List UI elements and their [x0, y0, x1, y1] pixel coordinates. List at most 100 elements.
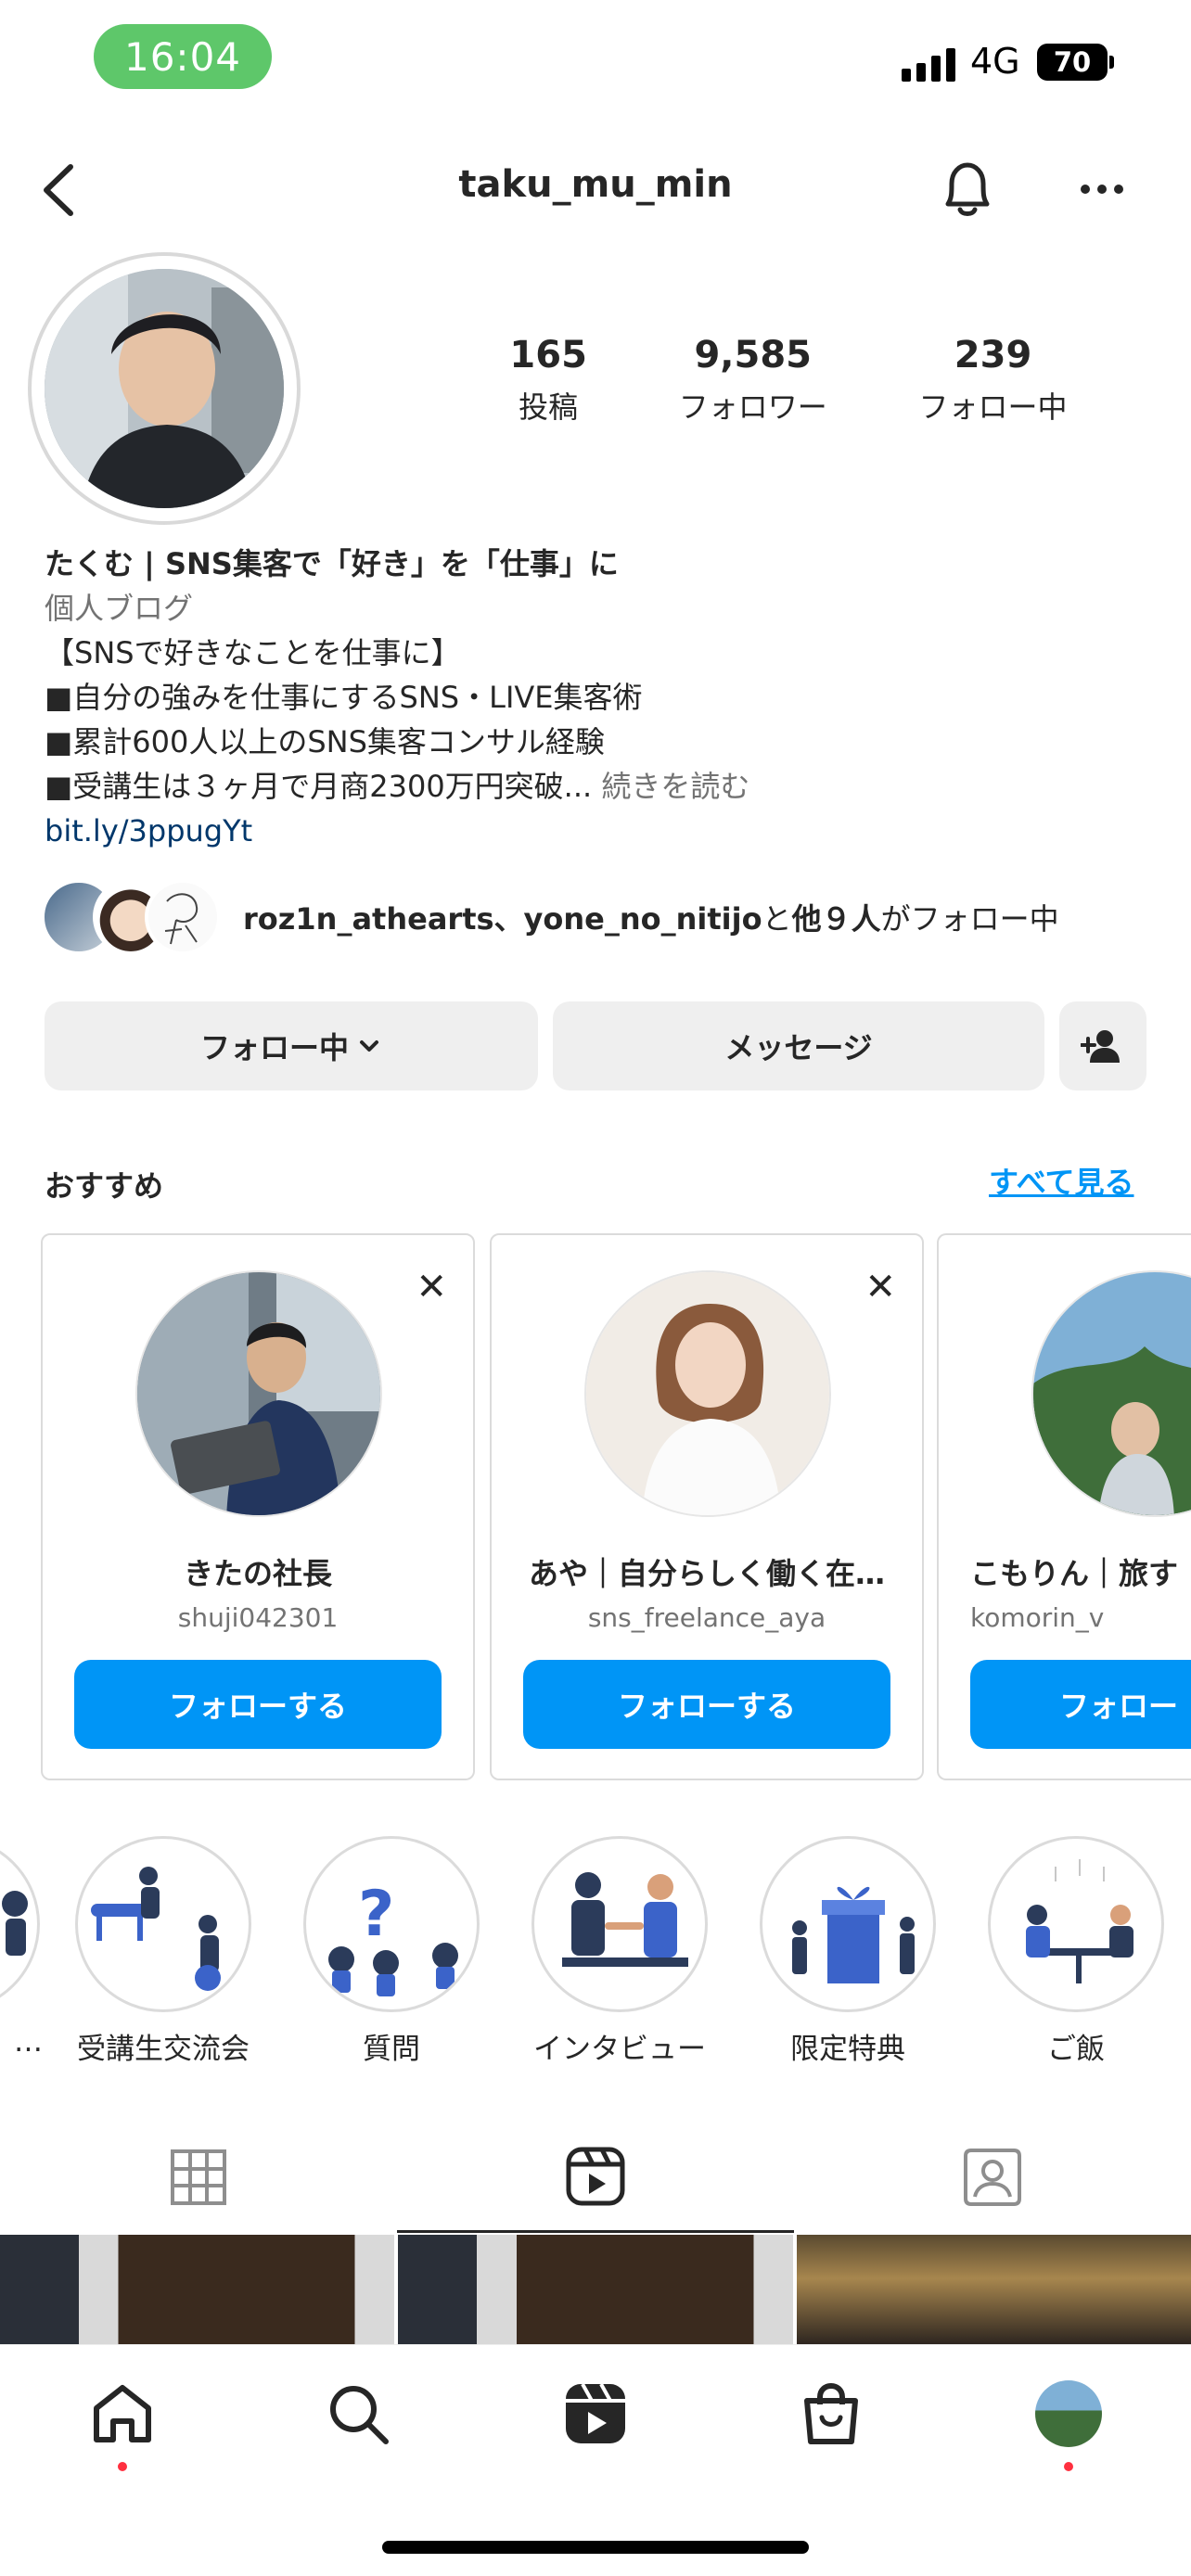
stat-followers-label: フォロワー — [678, 389, 827, 425]
suggestion-card[interactable]: ✕ あや｜自分らしく働く在… sns_freelance_aya フォローする — [490, 1233, 924, 1780]
highlight-label: … — [14, 2025, 43, 2059]
highlight-label: 受講生交流会 — [77, 2033, 250, 2066]
highlight-cover — [531, 1836, 708, 2012]
tab-grid[interactable] — [0, 2122, 397, 2233]
mutual-avatars — [41, 875, 226, 959]
home-indicator — [382, 2541, 809, 2554]
highlight-item[interactable]: インタビュー — [529, 1836, 711, 2067]
read-more-link[interactable]: 続きを読む — [601, 769, 749, 804]
nav-profile[interactable] — [1031, 2377, 1106, 2451]
more-horizontal-icon[interactable] — [1072, 159, 1132, 219]
grid-icon — [171, 2149, 226, 2205]
bio-line-text: ■受講生は３ヶ月で月商2300万円突破... — [45, 769, 593, 804]
notification-dot — [1064, 2462, 1073, 2471]
nav-reels[interactable] — [558, 2377, 633, 2451]
stat-following-count: 239 — [954, 334, 1032, 376]
reels-icon — [566, 2147, 625, 2205]
stat-posts-count: 165 — [509, 334, 587, 376]
suggestion-name: こもりん｜旅す — [970, 1556, 1179, 1591]
profile-bio: たくむ | SNS集客で「好き」を「仕事」に 個人ブログ 【SNSで好きなことを… — [45, 542, 1158, 853]
see-all-link[interactable]: すべて見る — [989, 1159, 1133, 1202]
avatar — [45, 269, 284, 508]
story-highlights: … 受講生交流会 ? 質問 インタビュー 限定特典 ご飯 — [0, 1836, 1191, 2077]
suggestion-name: きたの社長 — [183, 1556, 332, 1591]
highlight-label: 質問 — [363, 2033, 420, 2066]
stat-posts-label: 投稿 — [519, 389, 579, 425]
reel-thumbnail[interactable] — [398, 2235, 793, 2344]
display-name: たくむ | SNS集客で「好き」を「仕事」に — [45, 546, 619, 581]
stat-followers-count: 9,585 — [694, 334, 812, 376]
suggestion-avatar[interactable] — [584, 1270, 831, 1517]
stat-following[interactable]: 239 フォロー中 — [919, 334, 1068, 427]
highlight-cover — [760, 1836, 936, 2012]
message-button[interactable]: メッセージ — [553, 1001, 1044, 1090]
following-label: フォロー中 — [199, 1030, 349, 1065]
add-person-icon — [1081, 1030, 1120, 1063]
bio-line: ■自分の強みを仕事にするSNS・LIVE集客術 — [45, 680, 643, 715]
tab-reels[interactable] — [397, 2122, 794, 2233]
network-type: 4G — [970, 41, 1020, 82]
suggestion-avatar[interactable] — [135, 1270, 382, 1517]
reel-thumbnail[interactable] — [0, 2235, 395, 2344]
highlight-item[interactable]: … — [0, 1836, 43, 2059]
shop-icon — [804, 2382, 858, 2444]
profile-tabs — [0, 2122, 1191, 2233]
suggestion-username: komorin_v — [970, 1602, 1105, 1633]
nav-home[interactable] — [85, 2377, 160, 2451]
chevron-down-icon — [360, 1040, 378, 1052]
bio-link[interactable]: bit.ly/3ppugYt — [45, 809, 1158, 853]
stat-followers[interactable]: 9,585 フォロワー — [679, 334, 827, 427]
reel-thumbnail[interactable] — [796, 2235, 1191, 2344]
bio-line-last: ■受講生は３ヶ月で月商2300万円突破... 続きを読む — [45, 764, 1158, 809]
suggestion-username: shuji042301 — [177, 1602, 339, 1633]
highlight-cover — [75, 1836, 251, 2012]
avatar — [1035, 2380, 1102, 2447]
suggestion-card[interactable]: こもりん｜旅す komorin_v フォロー — [937, 1233, 1191, 1780]
highlight-cover — [0, 1836, 40, 2012]
close-icon[interactable]: ✕ — [864, 1269, 896, 1306]
highlight-item[interactable]: 受講生交流会 — [72, 1836, 254, 2067]
follow-button[interactable]: フォローする — [74, 1660, 442, 1749]
page-title: taku_mu_min — [458, 163, 733, 206]
reels-grid — [0, 2235, 1191, 2344]
status-bar: 16:04 4G 70 — [0, 0, 1191, 111]
suggestions-title: おすすめ — [45, 1168, 164, 1204]
bio-line: 【SNSで好きなことを仕事に】 — [45, 635, 461, 670]
highlight-cover — [988, 1836, 1164, 2012]
mutual-usernames: roz1n_athearts、yone_no_nitijo — [243, 901, 762, 937]
highlight-item[interactable]: ? 質問 — [301, 1836, 482, 2067]
highlight-cover: ? — [303, 1836, 480, 2012]
close-icon[interactable]: ✕ — [416, 1269, 447, 1306]
suggestion-name: あや｜自分らしく働く在… — [528, 1556, 885, 1591]
tagged-icon — [964, 2149, 1021, 2206]
avatar — [145, 879, 221, 955]
highlight-label: 限定特典 — [790, 2033, 905, 2066]
suggestion-card[interactable]: ✕ きたの社長 shuji042301 フォローする — [41, 1233, 475, 1780]
nav-shop[interactable] — [794, 2377, 868, 2451]
stat-posts[interactable]: 165 投稿 — [509, 334, 587, 427]
mutual-others: 他９人 — [791, 901, 881, 937]
mutual-followers[interactable]: roz1n_athearts、yone_no_nitijoと他９人がフォロー中 — [41, 875, 1172, 959]
mutual-suffix: がフォロー中 — [880, 901, 1059, 937]
highlight-item[interactable]: ご飯 — [985, 1836, 1167, 2067]
highlight-item[interactable]: 限定特典 — [757, 1836, 939, 2067]
add-person-button[interactable] — [1059, 1001, 1146, 1090]
follow-button[interactable]: フォローする — [523, 1660, 890, 1749]
highlight-label: インタビュー — [533, 2033, 706, 2066]
signal-icon — [902, 46, 955, 82]
highlight-label: ご飯 — [1047, 2033, 1105, 2066]
follow-button[interactable]: フォロー — [970, 1660, 1191, 1749]
profile-stats: 165 投稿 9,585 フォロワー 239 フォロー中 — [464, 334, 1113, 427]
bio-line: ■累計600人以上のSNS集客コンサル経験 — [45, 724, 605, 759]
reels-icon — [566, 2383, 625, 2443]
search-icon — [330, 2386, 389, 2444]
profile-header: taku_mu_min — [0, 139, 1191, 241]
tab-tagged[interactable] — [794, 2122, 1191, 2233]
profile-avatar[interactable] — [28, 252, 301, 525]
mutual-connector: と — [762, 901, 792, 937]
suggestion-username: sns_freelance_aya — [587, 1602, 826, 1633]
following-button[interactable]: フォロー中 — [45, 1001, 538, 1090]
suggestion-avatar[interactable] — [1031, 1270, 1191, 1517]
bell-icon[interactable] — [935, 156, 1000, 224]
nav-search[interactable] — [321, 2377, 395, 2451]
